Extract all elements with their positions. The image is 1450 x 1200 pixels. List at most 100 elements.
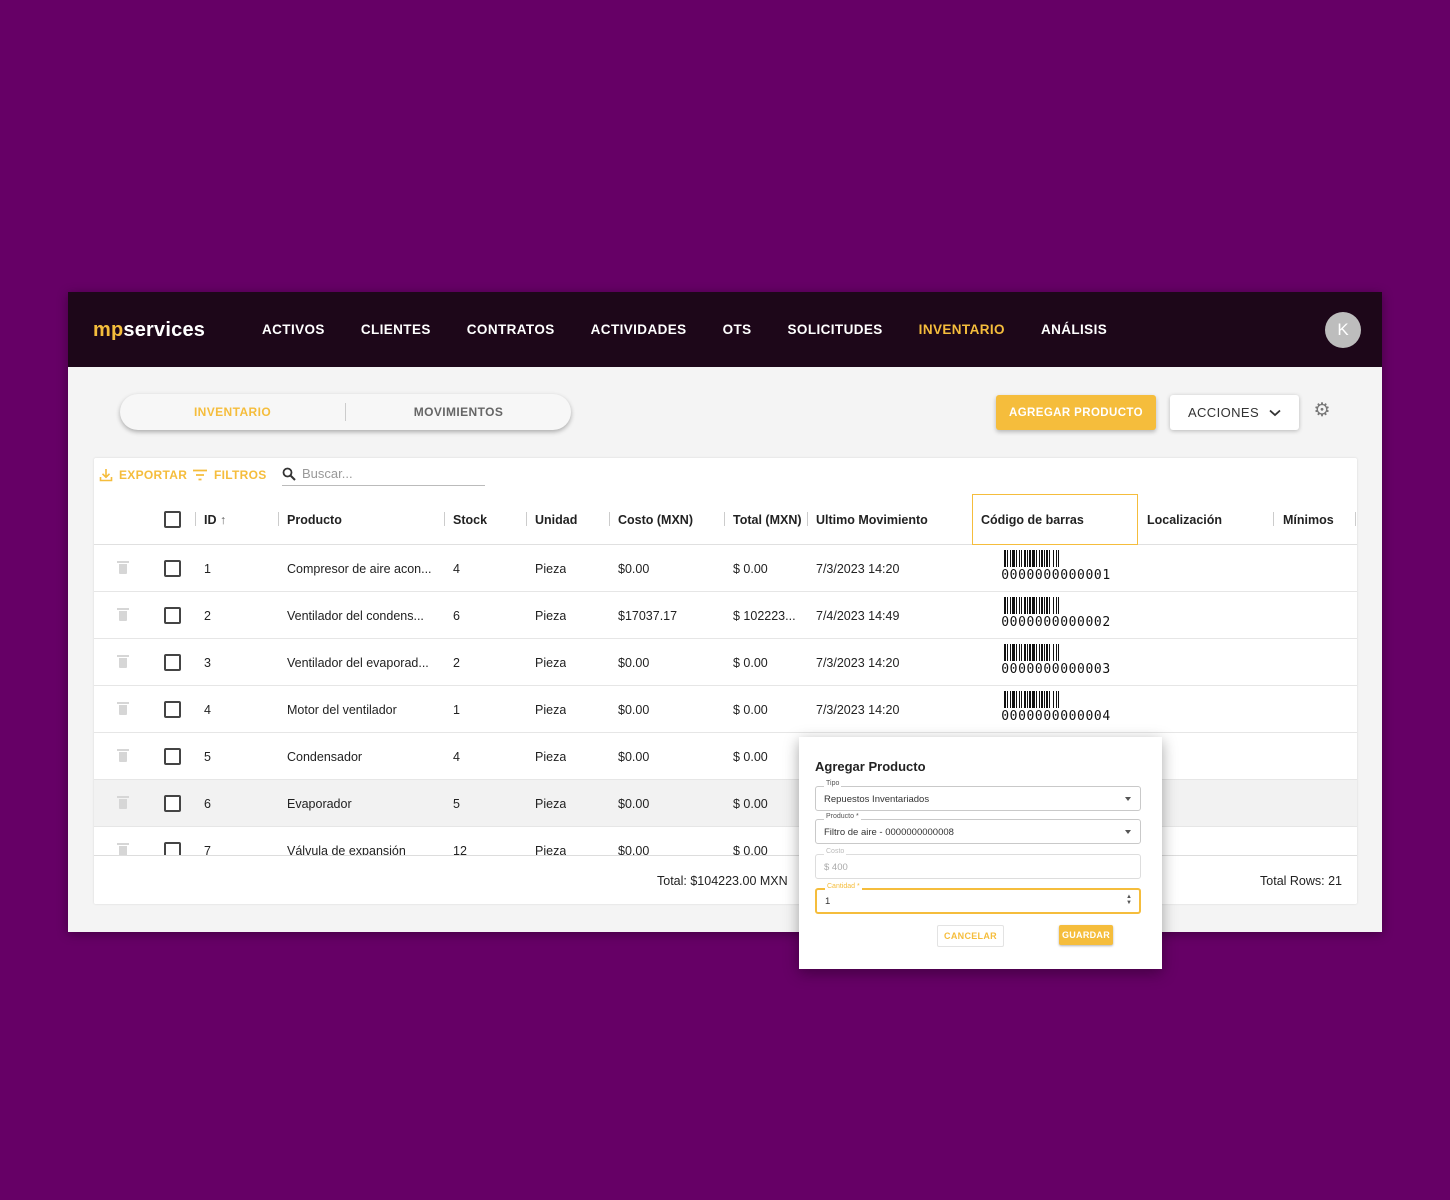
cell-id: 6 (204, 797, 211, 811)
barcode-bar (1032, 644, 1035, 661)
nav-clientes[interactable]: CLIENTES (361, 322, 431, 337)
barcode-number: 0000000000002 (1001, 615, 1111, 630)
producto-label: Producto * (824, 813, 861, 820)
quantity-stepper[interactable]: ▲ ▼ (1126, 894, 1132, 906)
barcode-bar (1004, 597, 1006, 614)
sort-asc-icon[interactable]: ↑ (220, 513, 226, 527)
cell-costo: $0.00 (618, 750, 650, 764)
cell-unidad: Pieza (535, 656, 567, 670)
table-row[interactable]: 4 Motor del ventilador 1 Pieza $0.00 $ 0… (94, 686, 1357, 733)
barcode-bars (1004, 691, 1059, 708)
row-checkbox[interactable] (164, 795, 181, 812)
barcode-bar (1019, 644, 1020, 661)
barcode-bar (1058, 644, 1059, 661)
export-button[interactable]: EXPORTAR (99, 468, 187, 482)
col-header-producto[interactable]: Producto (287, 513, 342, 527)
row-checkbox[interactable] (164, 748, 181, 765)
col-header-minimos[interactable]: Mínimos (1283, 513, 1334, 527)
actions-dropdown-button[interactable]: ACCIONES (1170, 395, 1299, 430)
column-separator (526, 512, 527, 526)
column-separator (609, 512, 610, 526)
barcode-bar (1036, 644, 1037, 661)
cell-costo: $0.00 (618, 656, 650, 670)
col-header-stock[interactable]: Stock (453, 513, 487, 527)
tab-inventario[interactable]: INVENTARIO (120, 405, 345, 419)
nav-solicitudes[interactable]: SOLICITUDES (788, 322, 883, 337)
cell-unidad: Pieza (535, 750, 567, 764)
barcode-bar (1007, 597, 1008, 614)
delete-icon[interactable] (117, 796, 129, 809)
delete-icon[interactable] (117, 608, 129, 621)
nav-actividades[interactable]: ACTIVIDADES (591, 322, 687, 337)
barcode-bar (1007, 550, 1008, 567)
barcode-bar (1021, 644, 1022, 661)
filters-label: FILTROS (214, 468, 267, 482)
cell-id: 2 (204, 609, 211, 623)
tipo-select[interactable]: Tipo Repuestos Inventariados (815, 780, 1141, 811)
table-row[interactable]: 3 Ventilador del evaporad... 2 Pieza $0.… (94, 639, 1357, 686)
barcode-bar (1024, 597, 1026, 614)
inventory-total: Total: $104223.00 MXN (657, 874, 788, 888)
filter-icon (193, 469, 207, 481)
filters-button[interactable]: FILTROS (192, 468, 267, 482)
table-row[interactable]: 1 Compresor de aire acon... 4 Pieza $0.0… (94, 545, 1357, 592)
nav-inventario[interactable]: INVENTARIO (919, 322, 1005, 337)
row-checkbox[interactable] (164, 701, 181, 718)
col-header-localizacion[interactable]: Localización (1147, 513, 1222, 527)
barcode-bar (1044, 691, 1045, 708)
col-header-id[interactable]: ID ↑ (204, 513, 226, 527)
barcode-bar (1012, 644, 1015, 661)
barcode-bar (1029, 644, 1031, 661)
barcode-bar (1049, 644, 1050, 661)
cell-unidad: Pieza (535, 609, 567, 623)
column-separator (278, 512, 279, 526)
barcode-bar (1053, 644, 1054, 661)
barcode-image: 0000000000002 (990, 597, 1122, 630)
col-header-total[interactable]: Total (MXN) (733, 513, 802, 527)
table-row[interactable]: 5 Condensador 4 Pieza $0.00 $ 0.00 (94, 733, 1357, 780)
avatar[interactable]: K (1325, 312, 1361, 348)
delete-icon[interactable] (117, 561, 129, 574)
nav-activos[interactable]: ACTIVOS (262, 322, 325, 337)
cell-stock: 1 (453, 703, 460, 717)
row-checkbox[interactable] (164, 607, 181, 624)
column-separator (807, 512, 808, 526)
app-logo[interactable]: mpservices (93, 319, 205, 342)
tab-movimientos[interactable]: MOVIMIENTOS (346, 405, 571, 419)
cantidad-value[interactable]: 1 (825, 896, 830, 907)
delete-icon[interactable] (117, 702, 129, 715)
save-button[interactable]: GUARDAR (1059, 925, 1113, 945)
download-icon (99, 469, 113, 482)
row-checkbox[interactable] (164, 560, 181, 577)
col-header-unidad[interactable]: Unidad (535, 513, 577, 527)
barcode-bar (1049, 550, 1050, 567)
barcode-image: 0000000000001 (990, 550, 1122, 583)
col-header-codigo-barras[interactable]: Código de barras (981, 513, 1084, 527)
barcode-bar (1029, 691, 1031, 708)
barcode-bar (1036, 597, 1037, 614)
barcode-image: 0000000000004 (990, 691, 1122, 724)
select-all-checkbox[interactable] (164, 511, 181, 528)
table-header: ID ↑ Producto Stock Unidad Costo (MXN) T… (94, 494, 1357, 545)
add-product-button[interactable]: AGREGAR PRODUCTO (996, 395, 1156, 430)
caret-down-icon[interactable] (1125, 830, 1131, 834)
table-row[interactable]: 2 Ventilador del condens... 6 Pieza $170… (94, 592, 1357, 639)
barcode-bar (1032, 597, 1035, 614)
gear-icon[interactable]: ⚙ (1312, 401, 1332, 421)
row-checkbox[interactable] (164, 654, 181, 671)
nav-ots[interactable]: OTS (723, 322, 752, 337)
col-header-costo[interactable]: Costo (MXN) (618, 513, 693, 527)
caret-down-icon[interactable] (1125, 797, 1131, 801)
search-input[interactable] (302, 466, 472, 481)
cantidad-field[interactable]: Cantidad * 1 ▲ ▼ (815, 883, 1141, 914)
producto-select[interactable]: Producto * Filtro de aire - 000000000000… (815, 813, 1141, 844)
delete-icon[interactable] (117, 655, 129, 668)
cell-producto: Compresor de aire acon... (287, 562, 432, 576)
nav-contratos[interactable]: CONTRATOS (467, 322, 555, 337)
delete-icon[interactable] (117, 749, 129, 762)
col-header-ultimo-movimiento[interactable]: Ultimo Movimiento (816, 513, 928, 527)
cancel-button[interactable]: CANCELAR (937, 925, 1004, 947)
nav-analisis[interactable]: ANÁLISIS (1041, 322, 1107, 337)
table-row[interactable]: 6 Evaporador 5 Pieza $0.00 $ 0.00 (94, 780, 1357, 827)
barcode-bar (1058, 691, 1059, 708)
